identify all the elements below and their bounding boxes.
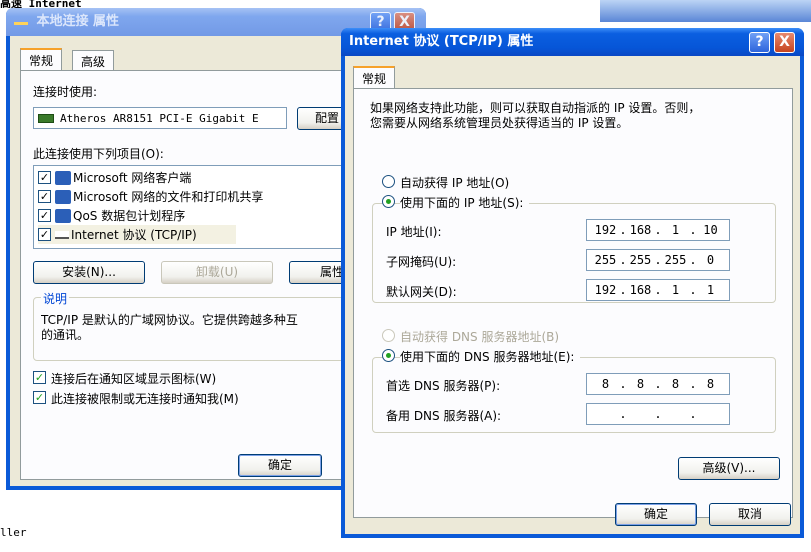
- manual-dns-label[interactable]: 使用下面的 DNS 服务器地址(E):: [400, 348, 581, 365]
- ip-dot: .: [619, 407, 627, 421]
- qos-icon: [55, 208, 71, 223]
- auto-dns-radio: [382, 329, 395, 342]
- window-title: Internet 协议 (TCP/IP) 属性: [349, 34, 534, 49]
- list-item[interactable]: ✓ Microsoft 网络的文件和打印机共享: [38, 187, 263, 206]
- ip-octet-3[interactable]: 1: [664, 223, 686, 237]
- subnet-mask-field[interactable]: 255. 255. 255. 0: [586, 249, 730, 271]
- network-client-icon: [55, 170, 71, 185]
- checkbox-checked-icon[interactable]: ✓: [38, 171, 51, 184]
- protocol-icon: [55, 230, 69, 239]
- list-item-label: Microsoft 网络客户端: [73, 171, 192, 185]
- alternate-dns-label: 备用 DNS 服务器(A):: [386, 409, 502, 423]
- ip-dot: .: [619, 377, 627, 391]
- checkbox-checked-icon[interactable]: ✓: [38, 190, 51, 203]
- ip-dot: .: [654, 407, 662, 421]
- auto-dns-label: 自动获得 DNS 服务器地址(B): [400, 330, 560, 344]
- ip-octet-2[interactable]: 168: [629, 223, 652, 237]
- list-item[interactable]: ✓ QoS 数据包计划程序: [38, 206, 185, 225]
- mask-octet-3[interactable]: 255: [664, 253, 687, 267]
- dns1-octet-4[interactable]: 8: [699, 377, 721, 391]
- file-sharing-icon: [55, 189, 71, 204]
- description-text-2: 的通讯。: [41, 328, 90, 342]
- mask-octet-1[interactable]: 255: [594, 253, 617, 267]
- gw-octet-2[interactable]: 168: [629, 283, 652, 297]
- mask-octet-2[interactable]: 255: [629, 253, 652, 267]
- manual-ip-label[interactable]: 使用下面的 IP 地址(S):: [400, 194, 530, 211]
- dns1-octet-1[interactable]: 8: [594, 377, 616, 391]
- close-button[interactable]: X: [774, 32, 795, 53]
- ip-dot: .: [619, 283, 627, 297]
- tcpip-properties-window: Internet 协议 (TCP/IP) 属性 ? X 常规 如果网络支持此功能…: [341, 28, 804, 538]
- intro-text-2: 您需要从网络系统管理员处获得适当的 IP 设置。: [370, 116, 629, 130]
- notify-checkbox[interactable]: ✓: [33, 391, 46, 404]
- preferred-dns-label: 首选 DNS 服务器(P):: [386, 379, 501, 393]
- tab-general[interactable]: 常规: [20, 48, 63, 70]
- ip-dot: .: [689, 407, 697, 421]
- list-item-label: Microsoft 网络的文件和打印机共享: [73, 190, 264, 204]
- subnet-mask-label: 子网掩码(U):: [386, 255, 457, 269]
- ip-octet-4[interactable]: 10: [699, 223, 721, 237]
- preferred-dns-field[interactable]: 8. 8. 8. 8: [586, 373, 730, 395]
- auto-ip-radio[interactable]: [382, 175, 395, 188]
- ip-address-field[interactable]: 192. 168. 1. 10: [586, 219, 730, 241]
- dns1-octet-2[interactable]: 8: [629, 377, 651, 391]
- ip-dot: .: [654, 377, 662, 391]
- adapter-name: Atheros AR8151 PCI-E Gigabit E: [60, 111, 259, 125]
- tab-advanced[interactable]: 高级: [72, 50, 115, 70]
- gateway-label: 默认网关(D):: [386, 285, 457, 299]
- ip-octet-1[interactable]: 192: [594, 223, 617, 237]
- auto-ip-label[interactable]: 自动获得 IP 地址(O): [400, 174, 509, 191]
- background-bottom-text: ller: [0, 520, 345, 552]
- components-list[interactable]: ✓ Microsoft 网络客户端 ✓ Microsoft 网络的文件和打印机共…: [33, 165, 363, 249]
- uninstall-button: 卸载(U): [161, 261, 273, 284]
- list-item-label: QoS 数据包计划程序: [73, 209, 186, 223]
- connect-using-label: 连接时使用:: [33, 85, 98, 99]
- ip-dot: .: [689, 223, 697, 237]
- ip-dot: .: [654, 223, 662, 237]
- window-title: 本地连接 属性: [36, 14, 120, 29]
- alternate-dns-field[interactable]: . . .: [586, 403, 730, 425]
- network-icon: [14, 15, 28, 25]
- dns1-octet-3[interactable]: 8: [664, 377, 686, 391]
- manual-ip-radio[interactable]: [382, 195, 395, 208]
- cancel-button[interactable]: 取消: [709, 503, 791, 526]
- list-item-selected[interactable]: ✓ Internet 协议 (TCP/IP): [38, 225, 236, 244]
- description-label: 说明: [41, 290, 70, 307]
- checkbox-checked-icon[interactable]: ✓: [38, 228, 51, 241]
- gw-octet-3[interactable]: 1: [664, 283, 686, 297]
- desktop-wallpaper: [600, 0, 811, 22]
- checkbox-checked-icon[interactable]: ✓: [38, 209, 51, 222]
- adapter-icon: [38, 113, 54, 123]
- list-item-label: Internet 协议 (TCP/IP): [71, 228, 197, 242]
- install-button[interactable]: 安装(N)...: [33, 261, 145, 284]
- list-item[interactable]: ✓ Microsoft 网络客户端: [38, 168, 191, 187]
- window-titlebar[interactable]: Internet 协议 (TCP/IP) 属性: [341, 28, 804, 56]
- gw-octet-1[interactable]: 192: [594, 283, 617, 297]
- ip-dot: .: [689, 253, 697, 267]
- notify-label[interactable]: 此连接被限制或无连接时通知我(M): [51, 390, 239, 407]
- show-icon-label[interactable]: 连接后在通知区域显示图标(W): [51, 370, 216, 387]
- ip-dot: .: [654, 283, 662, 297]
- manual-dns-radio[interactable]: [382, 349, 395, 362]
- ip-dot: .: [689, 283, 697, 297]
- ok-button[interactable]: 确定: [615, 503, 697, 526]
- gw-octet-4[interactable]: 1: [699, 283, 721, 297]
- ok-button[interactable]: 确定: [238, 454, 322, 477]
- window-body: 常规 如果网络支持此功能，则可以获取自动指派的 IP 设置。否则， 您需要从网络…: [345, 56, 800, 534]
- ip-dot: .: [689, 377, 697, 391]
- ip-dot: .: [654, 253, 662, 267]
- items-label: 此连接使用下列项目(O):: [33, 147, 164, 161]
- ip-dot: .: [619, 253, 627, 267]
- adapter-box: Atheros AR8151 PCI-E Gigabit E: [33, 107, 287, 129]
- gateway-field[interactable]: 192. 168. 1. 1: [586, 279, 730, 301]
- show-icon-checkbox[interactable]: ✓: [33, 371, 46, 384]
- general-panel: 如果网络支持此功能，则可以获取自动指派的 IP 设置。否则， 您需要从网络系统管…: [353, 88, 793, 518]
- background-title-text: 高速 Internet: [0, 0, 82, 8]
- advanced-button[interactable]: 高级(V)...: [678, 457, 780, 480]
- ip-dot: .: [619, 223, 627, 237]
- help-button[interactable]: ?: [749, 32, 770, 53]
- mask-octet-4[interactable]: 0: [699, 253, 721, 267]
- tab-general[interactable]: 常规: [353, 66, 396, 88]
- ip-address-label: IP 地址(I):: [386, 225, 442, 239]
